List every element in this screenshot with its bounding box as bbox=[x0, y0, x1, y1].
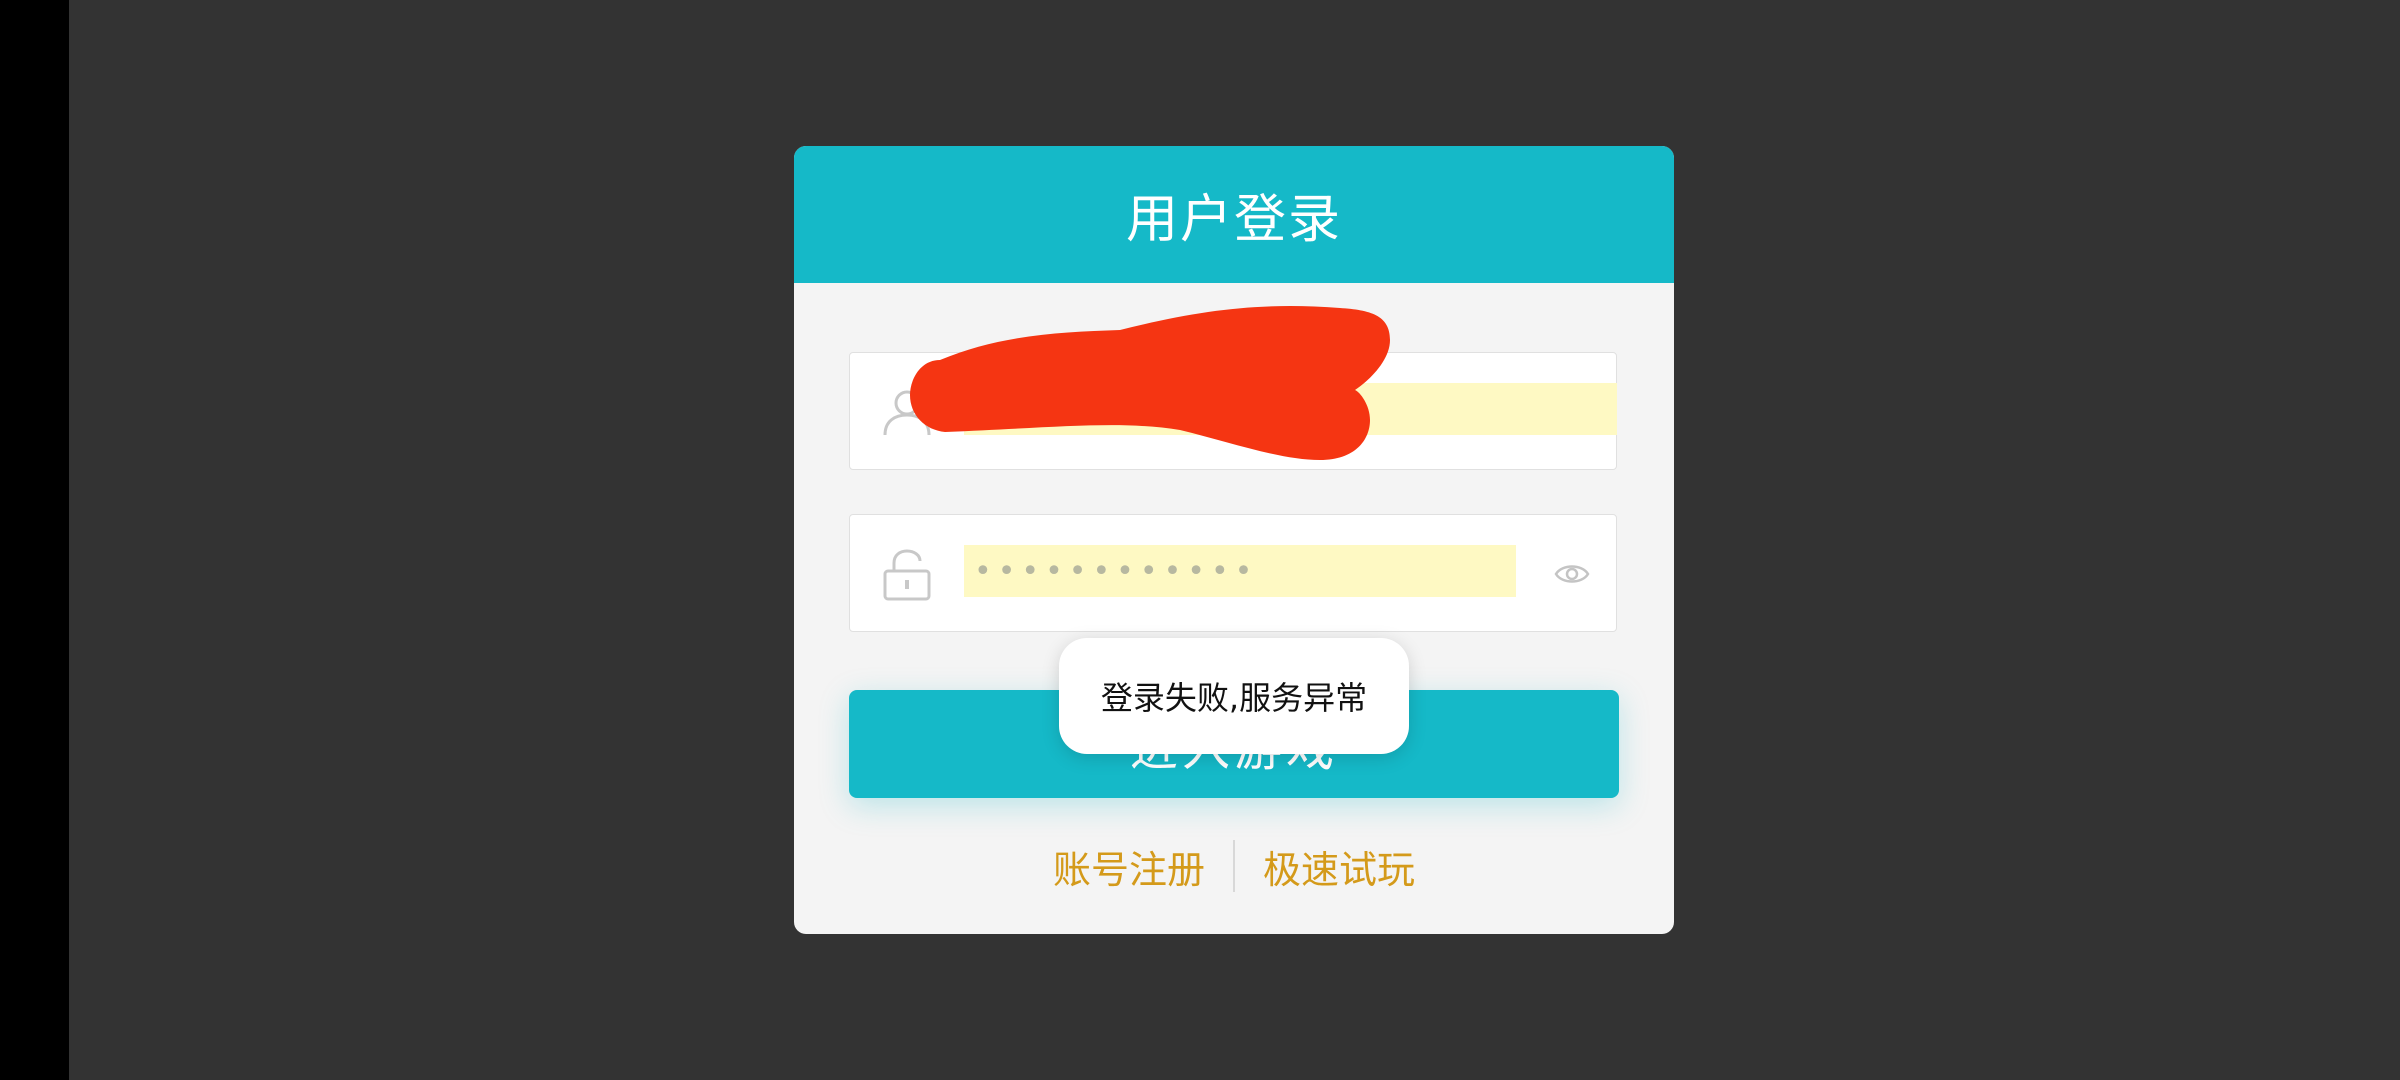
unlock-icon bbox=[883, 549, 931, 601]
password-field[interactable]: •••••••••••• bbox=[849, 514, 1617, 632]
link-divider bbox=[1233, 840, 1235, 892]
quick-play-link[interactable]: 极速试玩 bbox=[1263, 839, 1415, 894]
toast-message: 登录失败,服务异常 bbox=[1100, 679, 1368, 717]
error-toast: 登录失败,服务异常 bbox=[1059, 638, 1409, 754]
password-input[interactable]: •••••••••••• bbox=[964, 545, 1516, 597]
eye-icon[interactable] bbox=[1554, 559, 1590, 589]
redaction-scribble bbox=[910, 306, 1390, 460]
register-link[interactable]: 账号注册 bbox=[1053, 839, 1205, 894]
dialog-title: 用户登录 bbox=[1125, 190, 1342, 250]
dialog-header: 用户登录 bbox=[794, 146, 1674, 283]
login-dialog: 用户登录 •••••••••••• 进入游戏 账号注册 极速试玩 bbox=[794, 146, 1674, 934]
footer-links: 账号注册 极速试玩 bbox=[794, 836, 1674, 896]
